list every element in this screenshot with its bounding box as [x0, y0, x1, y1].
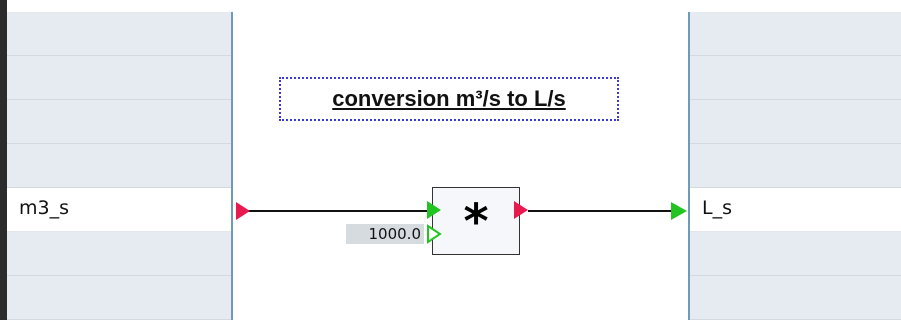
comment-box[interactable]: conversion m³/s to L/s [279, 77, 619, 121]
multiply-block[interactable]: * [432, 187, 520, 255]
variable-row[interactable] [690, 56, 901, 100]
input-variables-panel: m3_s [7, 12, 231, 320]
left-panel-divider[interactable] [231, 12, 233, 320]
variable-row[interactable] [7, 144, 231, 188]
variable-row[interactable] [690, 144, 901, 188]
output-variables-panel: L_s [690, 12, 901, 320]
variable-row-m3-s[interactable]: m3_s [7, 188, 231, 232]
output-port-icon[interactable] [236, 202, 250, 220]
constant-value-box[interactable]: 1000.0 [346, 224, 424, 244]
variable-row[interactable] [7, 232, 231, 276]
constant-input-port-icon[interactable] [427, 224, 442, 244]
variable-row[interactable] [690, 100, 901, 144]
top-strip [7, 0, 901, 12]
input-port-icon[interactable] [427, 201, 441, 219]
output-variable-label: L_s [702, 197, 732, 219]
input-variable-label: m3_s [19, 197, 69, 219]
operator-symbol: * [463, 194, 489, 250]
output-port-icon[interactable] [514, 201, 528, 219]
variable-row[interactable] [7, 100, 231, 144]
diagram-canvas[interactable] [235, 12, 687, 320]
variable-row[interactable] [7, 12, 231, 56]
input-wire[interactable] [248, 210, 428, 212]
variable-row[interactable] [690, 276, 901, 320]
variable-row[interactable] [690, 12, 901, 56]
right-panel-divider[interactable] [688, 12, 690, 320]
variable-row[interactable] [7, 56, 231, 100]
variable-row-l-s[interactable]: L_s [690, 188, 901, 232]
variable-row[interactable] [7, 276, 231, 320]
window-left-edge [0, 0, 7, 320]
output-wire[interactable] [528, 210, 674, 212]
comment-text: conversion m³/s to L/s [332, 86, 566, 111]
input-port-icon[interactable] [671, 202, 687, 220]
constant-value: 1000.0 [368, 225, 422, 243]
variable-row[interactable] [690, 232, 901, 276]
